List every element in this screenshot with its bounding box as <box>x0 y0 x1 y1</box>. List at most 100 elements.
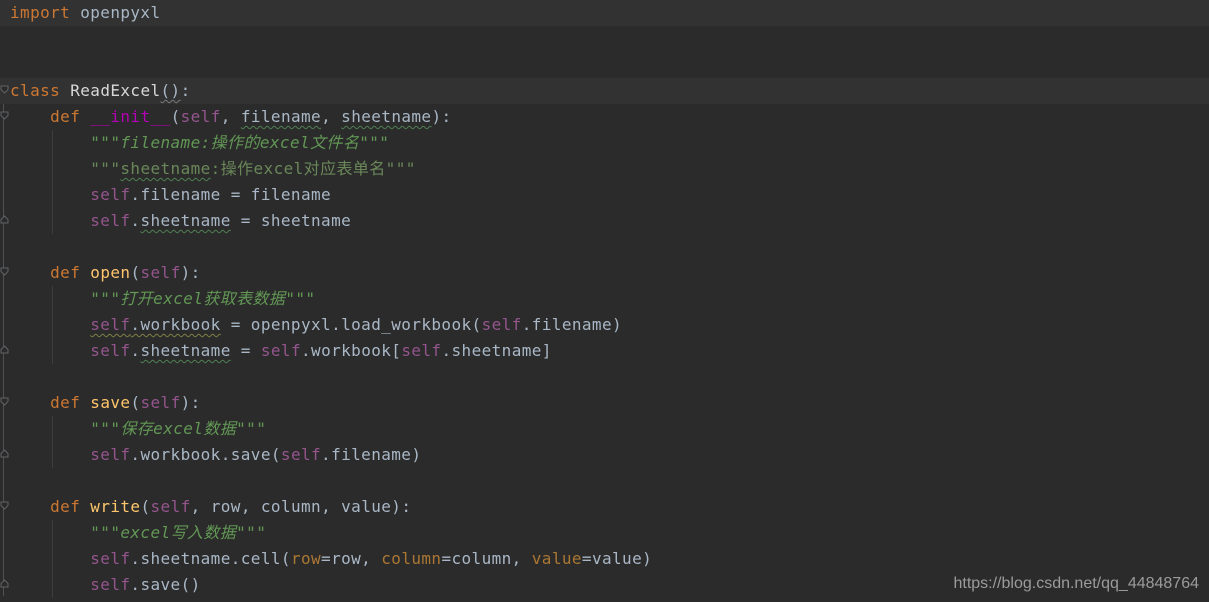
code-token: ( <box>130 263 140 282</box>
code-line[interactable]: """excel写入数据""" <box>0 520 1209 546</box>
watermark: https://blog.csdn.net/qq_44848764 <box>953 575 1199 593</box>
fold-end-arrow-icon[interactable] <box>0 215 9 224</box>
code-token: , <box>221 107 241 126</box>
code-token: . <box>130 211 140 230</box>
code-token: .sheetname.cell( <box>130 549 291 568</box>
code-token: ( <box>140 497 150 516</box>
code-token: () <box>161 81 181 100</box>
code-line[interactable]: """sheetname:操作excel对应表单名""" <box>0 156 1209 182</box>
code-token: sheetname <box>120 159 210 178</box>
code-line[interactable]: self.sheetname.cell(row=row, column=colu… <box>0 546 1209 572</box>
code-editor: import openpyxl class ReadExcel(): def _… <box>0 0 1209 602</box>
code-token <box>10 107 50 126</box>
code-token: save <box>90 393 130 412</box>
code-token: ): <box>181 263 201 282</box>
fold-collapse-arrow-icon[interactable] <box>0 267 9 276</box>
code-token <box>60 81 70 100</box>
code-token: """ <box>90 159 120 178</box>
code-token: self <box>90 341 130 360</box>
code-line[interactable]: def open(self): <box>0 260 1209 286</box>
code-line[interactable]: self.filename = filename <box>0 182 1209 208</box>
code-token: .filename) <box>522 315 622 334</box>
code-token: class <box>10 81 60 100</box>
code-line[interactable]: """保存excel数据""" <box>0 416 1209 442</box>
code-token: ( <box>171 107 181 126</box>
fold-end-arrow-icon[interactable] <box>0 579 9 588</box>
code-token: self <box>151 497 191 516</box>
fold-collapse-arrow-icon[interactable] <box>0 85 9 94</box>
fold-end-arrow-icon[interactable] <box>0 449 9 458</box>
code-token: __init__ <box>90 107 170 126</box>
code-token: def <box>50 263 80 282</box>
code-line[interactable]: self.workbook = openpyxl.load_workbook(s… <box>0 312 1209 338</box>
code-line[interactable] <box>0 364 1209 390</box>
code-token: """filename:操作的excel文件名""" <box>90 133 389 152</box>
fold-end-arrow-icon[interactable] <box>0 345 9 354</box>
fold-collapse-arrow-icon[interactable] <box>0 111 9 120</box>
code-token: def <box>50 393 80 412</box>
code-token: self <box>261 341 301 360</box>
code-token: value <box>532 549 582 568</box>
code-token: ): <box>431 107 451 126</box>
code-token: sheetname <box>341 107 431 126</box>
code-token: . <box>130 341 140 360</box>
code-line[interactable] <box>0 468 1209 494</box>
code-token <box>10 133 90 152</box>
code-token <box>10 523 90 542</box>
code-line[interactable]: def write(self, row, column, value): <box>0 494 1209 520</box>
code-token <box>10 549 90 568</box>
code-token: self <box>401 341 441 360</box>
code-token <box>80 497 90 516</box>
code-token: self <box>90 211 130 230</box>
code-line[interactable]: self.sheetname = self.workbook[self.shee… <box>0 338 1209 364</box>
code-line[interactable] <box>0 26 1209 52</box>
code-token: =value) <box>582 549 652 568</box>
code-token: def <box>50 497 80 516</box>
code-token: sheetname <box>140 341 230 360</box>
code-token <box>10 315 90 334</box>
code-token: = openpyxl.load_workbook( <box>221 315 482 334</box>
fold-collapse-arrow-icon[interactable] <box>0 501 9 510</box>
code-line[interactable]: self.sheetname = sheetname <box>0 208 1209 234</box>
code-token: self <box>140 263 180 282</box>
code-token: """excel写入数据""" <box>90 523 266 542</box>
code-token <box>10 419 90 438</box>
code-token: """保存excel数据""" <box>90 419 266 438</box>
code-token: filename <box>241 107 321 126</box>
code-token: write <box>90 497 140 516</box>
code-line[interactable]: """filename:操作的excel文件名""" <box>0 130 1209 156</box>
code-token: .sheetname] <box>441 341 551 360</box>
code-line[interactable]: def save(self): <box>0 390 1209 416</box>
code-token: .workbook[ <box>301 341 401 360</box>
code-token: .filename = filename <box>130 185 331 204</box>
code-token: :操作excel对应表单名""" <box>211 159 416 178</box>
code-area[interactable]: import openpyxl class ReadExcel(): def _… <box>0 0 1209 598</box>
code-line[interactable]: def __init__(self, filename, sheetname): <box>0 104 1209 130</box>
fold-collapse-arrow-icon[interactable] <box>0 397 9 406</box>
code-line[interactable]: self.workbook.save(self.filename) <box>0 442 1209 468</box>
code-line[interactable]: import openpyxl <box>0 0 1209 26</box>
code-token: self <box>181 107 221 126</box>
code-line[interactable] <box>0 52 1209 78</box>
code-token: sheetname <box>140 211 230 230</box>
code-line[interactable]: class ReadExcel(): <box>0 78 1209 104</box>
code-token: def <box>50 107 80 126</box>
code-token <box>10 211 90 230</box>
code-token <box>80 263 90 282</box>
code-token: = sheetname <box>231 211 351 230</box>
code-token <box>10 393 50 412</box>
code-token: ( <box>130 393 140 412</box>
code-token: self <box>90 185 130 204</box>
code-line[interactable]: """打开excel获取表数据""" <box>0 286 1209 312</box>
code-token: ReadExcel <box>70 81 160 100</box>
code-token: self <box>482 315 522 334</box>
code-token: , row, column, value): <box>191 497 412 516</box>
code-token <box>10 289 90 308</box>
code-line[interactable] <box>0 234 1209 260</box>
code-token: .workbook <box>130 315 220 334</box>
code-token: self <box>90 549 130 568</box>
code-token: , <box>321 107 341 126</box>
code-token <box>10 445 90 464</box>
code-token <box>80 393 90 412</box>
code-token <box>80 107 90 126</box>
